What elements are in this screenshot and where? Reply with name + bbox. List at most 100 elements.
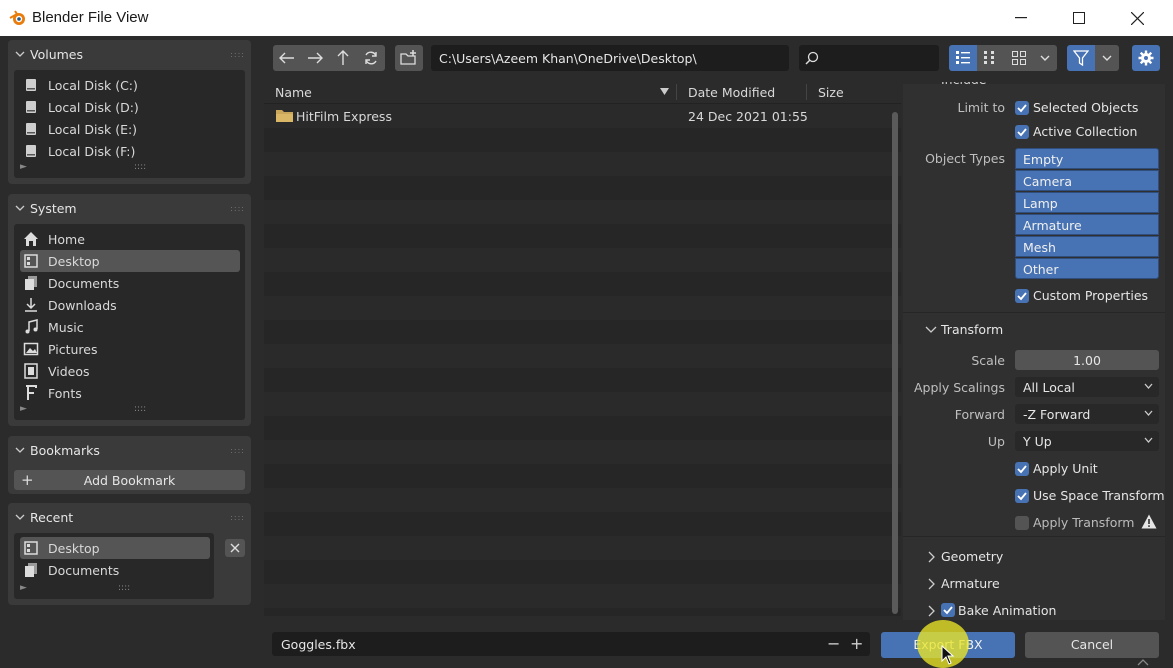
sidebar-item-documents[interactable]: Documents (20, 272, 240, 294)
sidebar-item-local-disk-e[interactable]: Local Disk (E:) (20, 118, 240, 140)
maximize-button[interactable] (1050, 0, 1108, 36)
limit-to-label: Limit to (957, 100, 1005, 115)
sidebar-item-downloads[interactable]: Downloads (20, 294, 240, 316)
add-bookmark-label: Add Bookmark (83, 473, 176, 488)
recent-panel: Desktop Documents ► :::: (8, 531, 251, 605)
search-input[interactable] (799, 45, 939, 71)
add-bookmark-button[interactable]: + Add Bookmark (14, 470, 245, 490)
file-row[interactable]: HitFilm Express 24 Dec 2021 01:55 (264, 104, 889, 128)
refresh-button[interactable] (357, 45, 385, 71)
resize-grip-icon[interactable]: :::: (134, 162, 146, 172)
decrement-filename-button[interactable]: − (827, 634, 840, 653)
volumes-panel-header[interactable]: Volumes :::: (8, 40, 251, 68)
column-size-header[interactable]: Size (818, 85, 844, 100)
object-type-lamp-toggle[interactable]: Lamp (1015, 192, 1159, 213)
object-type-camera-toggle[interactable]: Camera (1015, 170, 1159, 191)
sidebar-item-local-disk-c[interactable]: Local Disk (C:) (20, 74, 240, 96)
display-thumbnails-button[interactable] (1005, 45, 1033, 71)
music-icon (25, 319, 38, 334)
drag-grip-icon[interactable]: :::: (230, 446, 245, 455)
chevron-down-icon (1144, 383, 1153, 389)
system-panel-header[interactable]: System :::: (8, 194, 251, 222)
path-input[interactable]: C:\Users\Azeem Khan\OneDrive\Desktop\ (431, 45, 789, 71)
filename-input[interactable]: Goggles.fbx − + (272, 632, 870, 656)
display-horizontal-list-button[interactable] (977, 45, 1005, 71)
forward-value: -Z Forward (1023, 407, 1091, 422)
file-list-scrollbar[interactable] (892, 112, 898, 614)
forward-button[interactable] (301, 45, 329, 71)
resize-grip-icon[interactable]: :::: (134, 404, 146, 414)
toggle-options-region-button[interactable] (1132, 45, 1160, 71)
filter-toggle-button[interactable] (1067, 45, 1095, 71)
drag-grip-icon[interactable]: :::: (230, 204, 245, 213)
expand-list-icon[interactable]: ► (20, 404, 27, 414)
drag-grip-icon[interactable]: :::: (230, 513, 245, 522)
expand-list-icon[interactable]: ► (20, 583, 27, 593)
column-name-header[interactable]: Name (275, 85, 312, 100)
apply-scalings-label: Apply Scalings (913, 380, 1005, 395)
blender-logo-icon (9, 10, 25, 25)
forward-select[interactable]: -Z Forward (1015, 404, 1159, 424)
documents-icon (25, 276, 37, 290)
recent-list: Desktop Documents ► :::: (14, 533, 214, 599)
object-type-armature-toggle[interactable]: Armature (1015, 214, 1159, 235)
new-folder-button[interactable] (395, 45, 423, 71)
drive-icon (26, 123, 36, 135)
filter-settings-dropdown[interactable] (1095, 45, 1119, 71)
sidebar-item-desktop[interactable]: Desktop (20, 250, 240, 272)
apply-transform-checkbox[interactable] (1015, 516, 1029, 530)
bookmarks-panel: + Add Bookmark (8, 464, 251, 494)
sidebar-item-home[interactable]: Home (20, 228, 240, 250)
home-icon (24, 232, 38, 246)
bake-animation-section-header[interactable]: Bake Animation (921, 603, 1121, 621)
active-collection-label: Active Collection (1033, 124, 1138, 139)
geometry-section-header[interactable]: Geometry (921, 549, 1121, 567)
object-type-mesh-toggle[interactable]: Mesh (1015, 236, 1159, 257)
sidebar-item-local-disk-d[interactable]: Local Disk (D:) (20, 96, 240, 118)
back-button[interactable] (273, 45, 301, 71)
use-space-transform-label: Use Space Transform (1033, 488, 1165, 503)
section-divider (903, 536, 1165, 537)
display-settings-dropdown[interactable] (1033, 45, 1057, 71)
armature-section-header[interactable]: Armature (921, 576, 1121, 594)
parent-directory-button[interactable] (329, 45, 357, 71)
chevron-up-icon[interactable] (1137, 658, 1149, 666)
expand-list-icon[interactable]: ► (20, 162, 27, 172)
sidebar-item-fonts[interactable]: Fonts (20, 382, 240, 404)
sidebar-item-pictures[interactable]: Pictures (20, 338, 240, 360)
transform-section-header[interactable]: Transform (921, 322, 1121, 340)
active-collection-checkbox[interactable] (1015, 125, 1029, 139)
sidebar-item-label: Local Disk (F:) (48, 144, 136, 159)
close-window-button[interactable] (1108, 0, 1166, 36)
custom-properties-checkbox[interactable] (1015, 289, 1029, 303)
recent-panel-header[interactable]: Recent :::: (8, 503, 251, 531)
display-vertical-list-button[interactable] (949, 45, 977, 71)
system-title: System (30, 201, 77, 216)
recent-item-desktop[interactable]: Desktop (20, 537, 210, 559)
apply-unit-checkbox[interactable] (1015, 462, 1029, 476)
bookmarks-panel-header[interactable]: Bookmarks :::: (8, 436, 251, 464)
clear-recent-button[interactable] (225, 539, 245, 557)
scale-field[interactable]: 1.00 (1015, 350, 1159, 370)
increment-filename-button[interactable]: + (850, 634, 863, 653)
recent-item-label: Documents (48, 563, 120, 578)
armature-title: Armature (941, 576, 1000, 591)
drag-grip-icon[interactable]: :::: (230, 50, 245, 59)
up-select[interactable]: Y Up (1015, 431, 1159, 451)
column-date-header[interactable]: Date Modified (688, 85, 775, 100)
sidebar-item-label: Videos (48, 364, 90, 379)
bake-animation-checkbox[interactable] (941, 603, 955, 617)
apply-scalings-select[interactable]: All Local (1015, 377, 1159, 397)
sidebar-item-local-disk-f[interactable]: Local Disk (F:) (20, 140, 240, 162)
sidebar-item-music[interactable]: Music (20, 316, 240, 338)
selected-objects-checkbox[interactable] (1015, 101, 1029, 115)
object-type-empty-toggle[interactable]: Empty (1015, 148, 1159, 169)
minimize-button[interactable] (992, 0, 1050, 36)
use-space-transform-checkbox[interactable] (1015, 489, 1029, 503)
resize-grip-icon[interactable]: :::: (118, 583, 130, 593)
sidebar-item-videos[interactable]: Videos (20, 360, 240, 382)
object-type-other-toggle[interactable]: Other (1015, 258, 1159, 279)
sort-descending-icon[interactable] (660, 88, 669, 95)
recent-item-documents[interactable]: Documents (20, 559, 210, 581)
cancel-button[interactable]: Cancel (1025, 632, 1159, 658)
